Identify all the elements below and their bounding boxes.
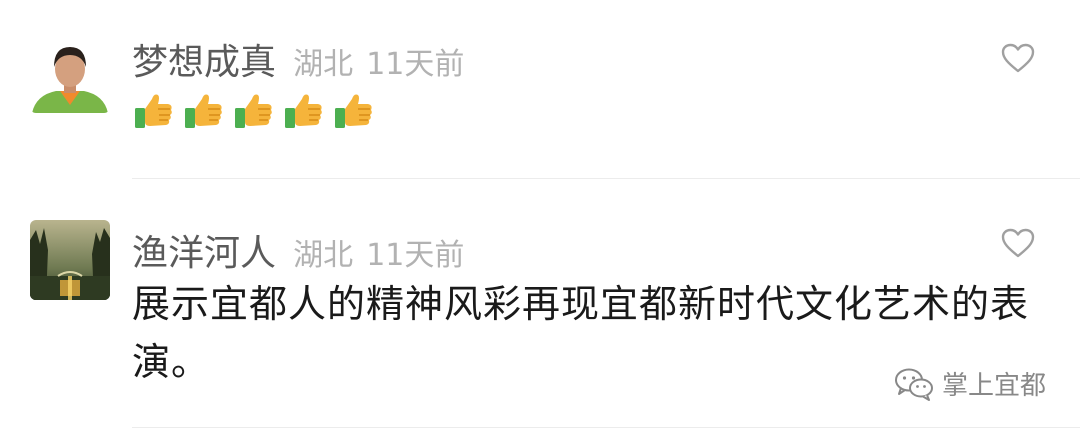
thumbs-up-icon [285,94,322,128]
like-heart-icon[interactable] [1000,227,1036,259]
comment-emojis [132,88,376,132]
like-heart-icon[interactable] [1000,42,1036,74]
wechat-icon [894,368,933,401]
username[interactable]: 梦想成真 [132,42,276,83]
thumbs-up-icon [135,94,172,128]
comment-meta: 渔洋河人 湖北 11天前 [132,224,464,276]
avatar-image [30,33,110,113]
watermark-label: 掌上宜都 [941,371,1046,401]
avatar-image [30,220,110,300]
username[interactable]: 渔洋河人 [132,233,276,274]
thumbs-up-icon [335,94,372,128]
timestamp: 11天前 [366,238,465,273]
watermark: 掌上宜都 [894,365,1046,402]
avatar[interactable] [30,33,110,113]
divider [132,427,1080,428]
location: 湖北 [293,47,354,82]
thumbs-up-icon [235,94,272,128]
comment-item: 梦想成真 湖北 11天前 [0,0,1080,180]
location: 湖北 [293,238,354,273]
avatar[interactable] [30,220,110,300]
timestamp: 11天前 [366,47,465,82]
comment-meta: 梦想成真 湖北 11天前 [132,33,464,85]
divider [132,178,1080,179]
thumbs-up-icon [185,94,222,128]
